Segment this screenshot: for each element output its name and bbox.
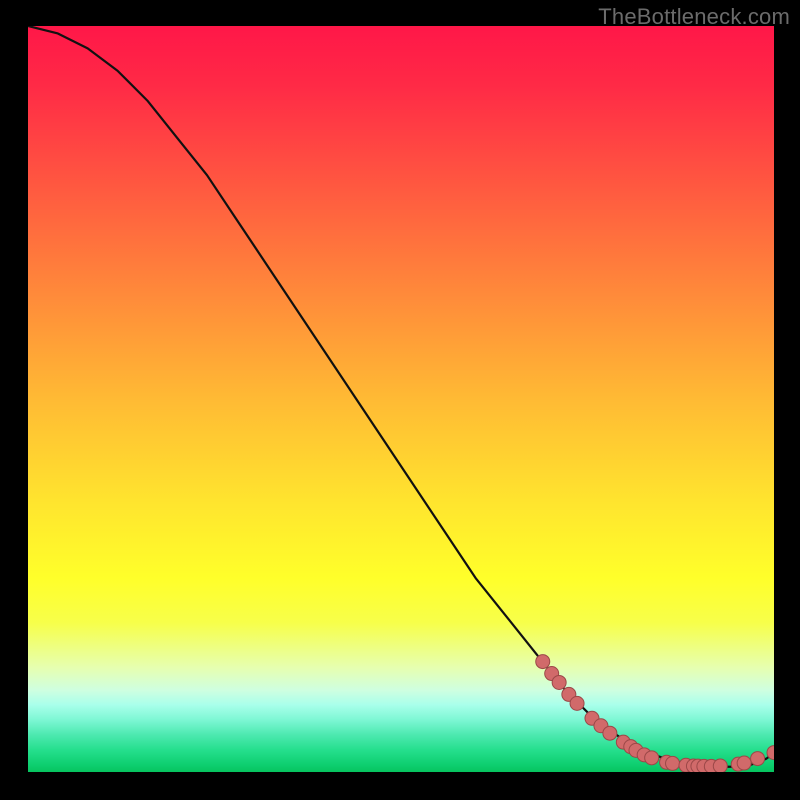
data-marker <box>751 752 765 766</box>
data-marker <box>737 756 751 770</box>
data-marker <box>645 751 659 765</box>
data-marker <box>536 655 550 669</box>
bottleneck-curve <box>28 26 774 767</box>
data-marker <box>713 759 727 772</box>
data-marker <box>666 756 680 770</box>
data-markers <box>536 655 774 772</box>
data-marker <box>603 726 617 740</box>
data-marker <box>552 675 566 689</box>
data-marker <box>570 696 584 710</box>
chart-area <box>28 26 774 772</box>
chart-svg <box>28 26 774 772</box>
